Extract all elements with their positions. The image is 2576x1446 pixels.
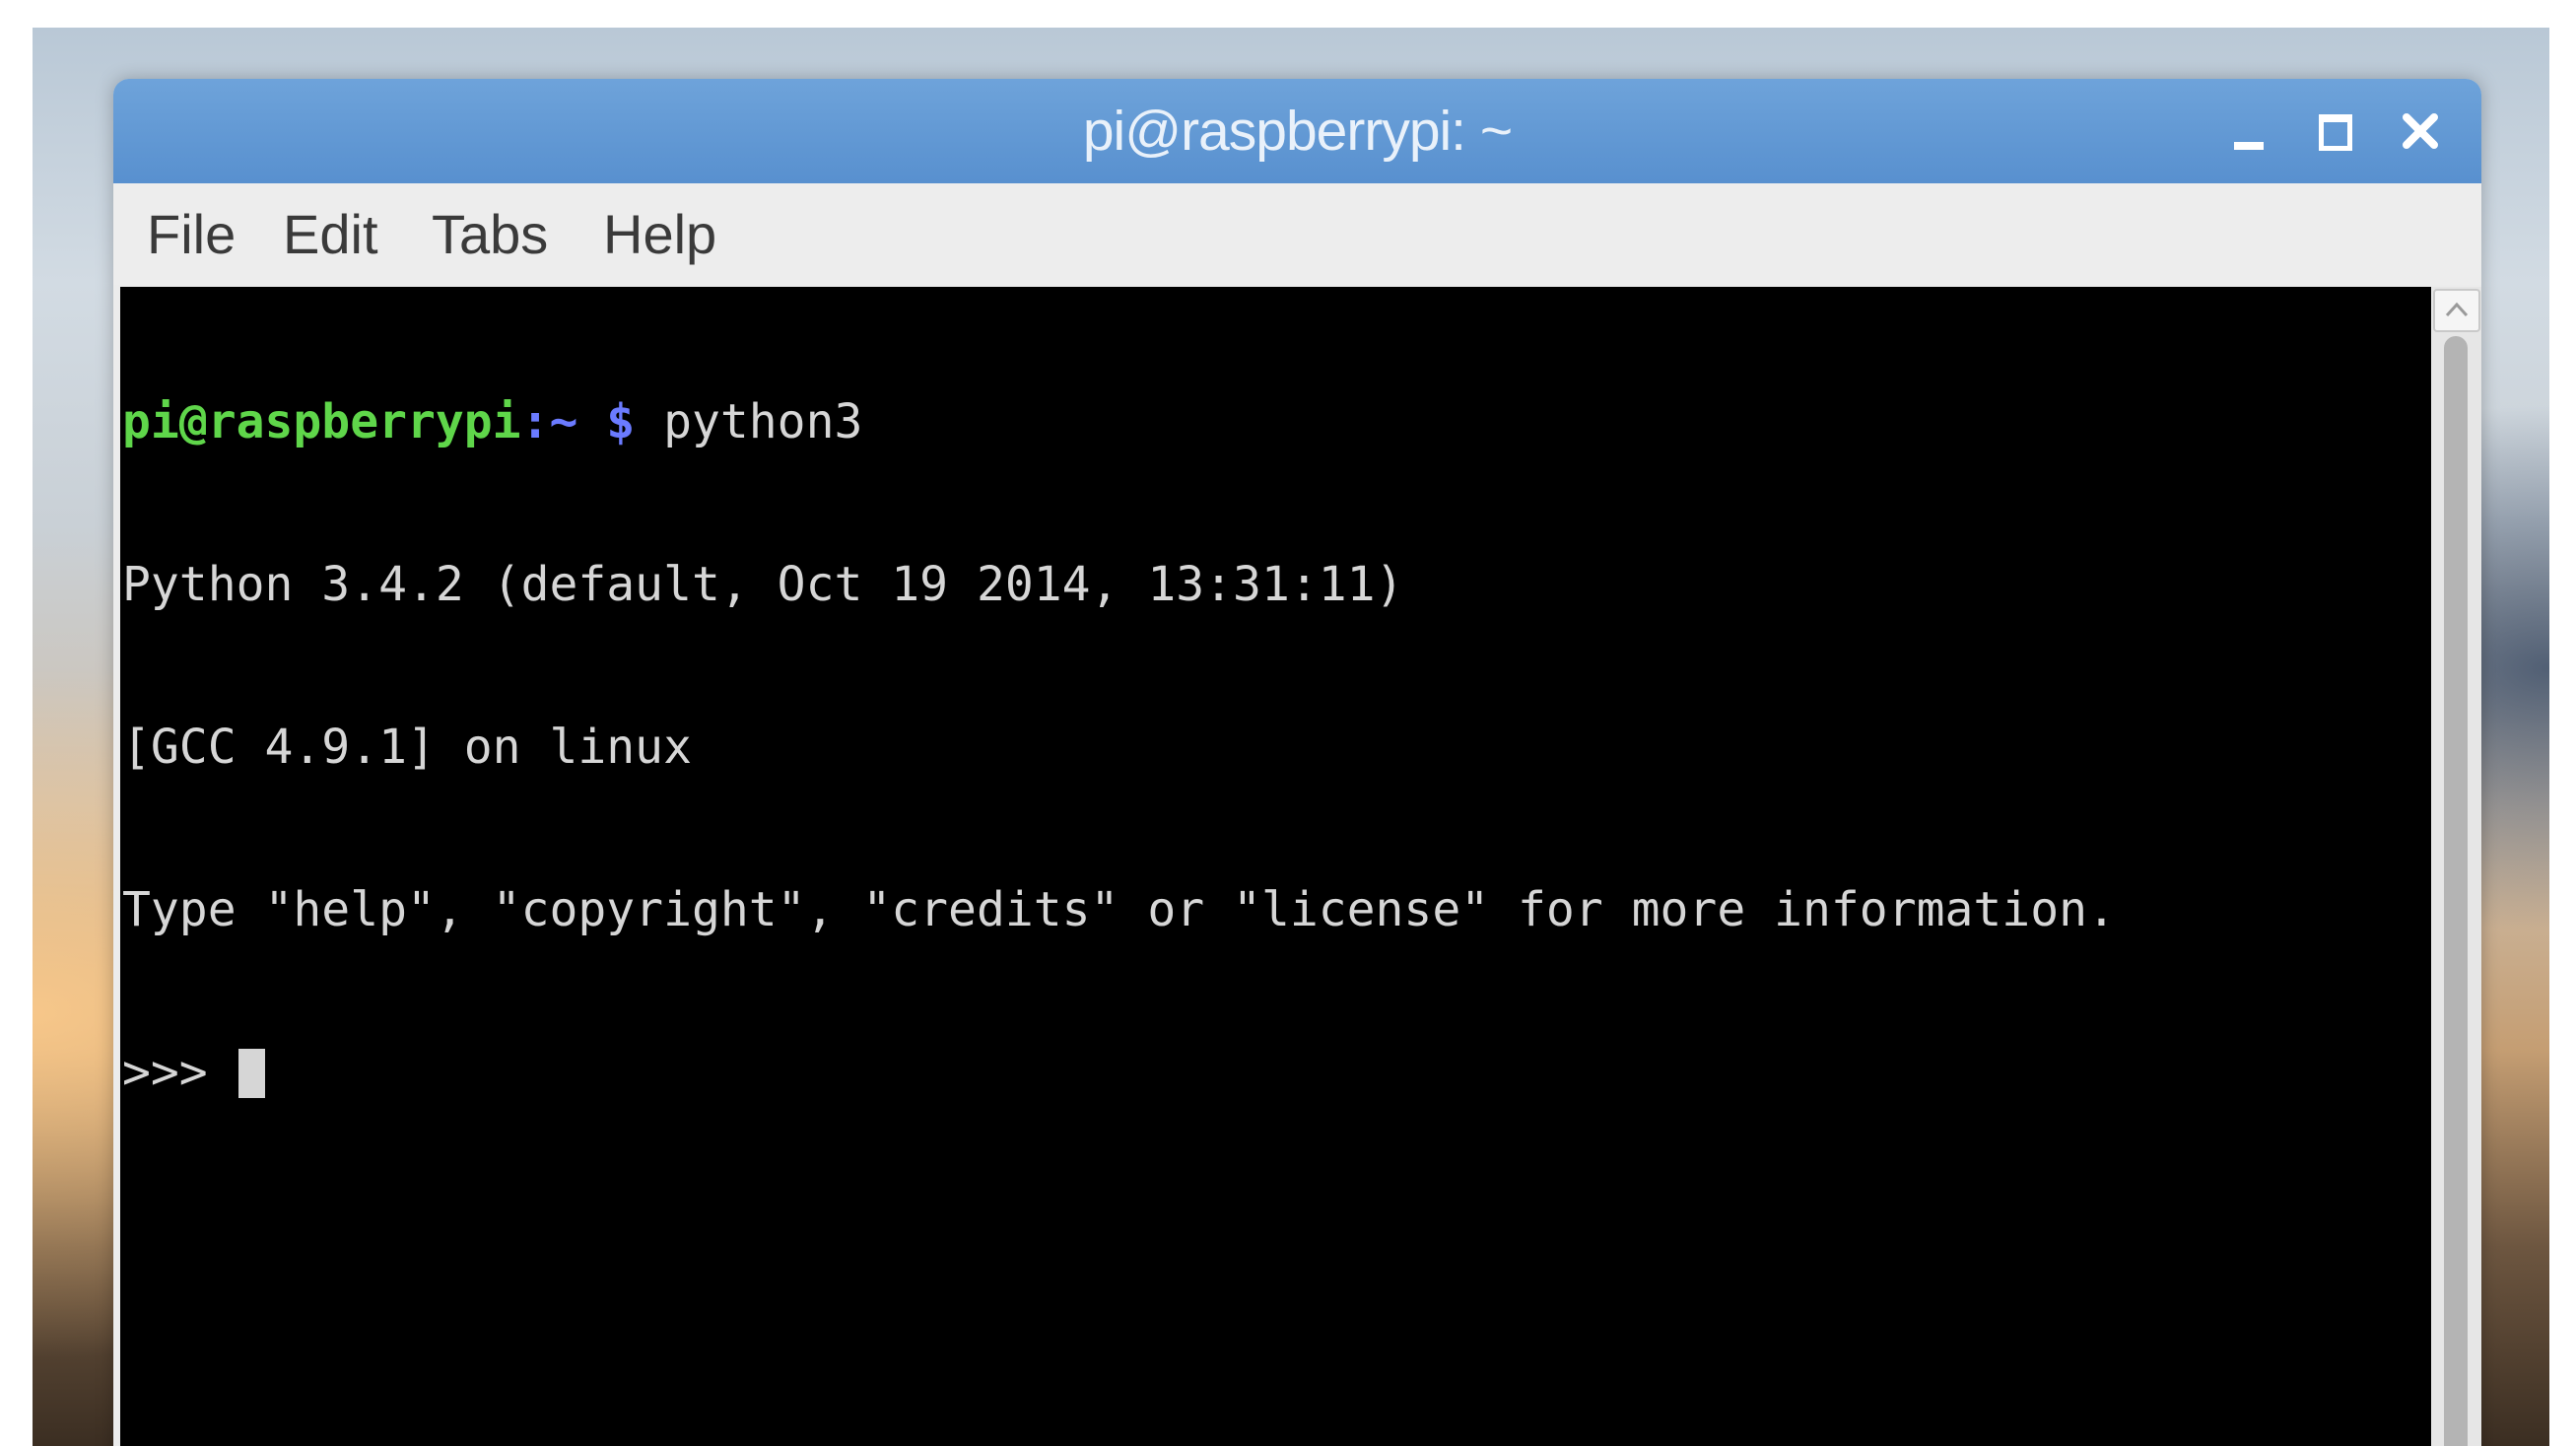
text-cursor xyxy=(237,1049,265,1098)
menu-file[interactable]: File xyxy=(147,183,236,285)
prompt-user-host: pi@raspberrypi xyxy=(122,394,521,449)
prompt-path: :~ $ xyxy=(520,394,636,449)
repl-prompt: >>> xyxy=(122,1045,237,1100)
typed-command: python3 xyxy=(635,394,863,449)
menu-help[interactable]: Help xyxy=(603,183,716,285)
window-title: pi@raspberrypi: ~ xyxy=(1082,100,1513,163)
shell-prompt-line: pi@raspberrypi:~ $ python3 xyxy=(122,395,2116,449)
close-icon xyxy=(2403,113,2438,149)
vertical-scrollbar[interactable] xyxy=(2431,287,2481,1446)
minimize-icon xyxy=(2234,142,2264,150)
maximize-button[interactable] xyxy=(2304,101,2365,162)
menu-bar: File Edit Tabs Help xyxy=(113,183,2481,285)
output-line: Python 3.4.2 (default, Oct 19 2014, 13:3… xyxy=(122,557,1404,612)
terminal-text: pi@raspberrypi:~ $ python3 Python 3.4.2 … xyxy=(122,287,2116,1208)
repl-prompt-line: >>> xyxy=(122,1046,2116,1100)
desktop-wallpaper: pi@raspberrypi: ~ File Edit Tabs Help pi… xyxy=(33,28,2549,1446)
title-bar[interactable]: pi@raspberrypi: ~ xyxy=(113,79,2481,183)
output-line: Type "help", "copyright", "credits" or "… xyxy=(122,882,2116,937)
minimize-button[interactable] xyxy=(2218,101,2279,162)
chevron-up-icon xyxy=(2445,302,2469,317)
scrollbar-thumb[interactable] xyxy=(2444,336,2468,1446)
scroll-up-button[interactable] xyxy=(2433,289,2480,332)
output-line: [GCC 4.9.1] on linux xyxy=(122,720,692,775)
maximize-icon xyxy=(2319,114,2352,151)
terminal-window: pi@raspberrypi: ~ File Edit Tabs Help pi… xyxy=(113,79,2481,1446)
close-button[interactable] xyxy=(2390,101,2451,162)
menu-tabs[interactable]: Tabs xyxy=(432,183,548,285)
menu-edit[interactable]: Edit xyxy=(283,183,378,285)
terminal-output[interactable]: pi@raspberrypi:~ $ python3 Python 3.4.2 … xyxy=(120,287,2431,1446)
